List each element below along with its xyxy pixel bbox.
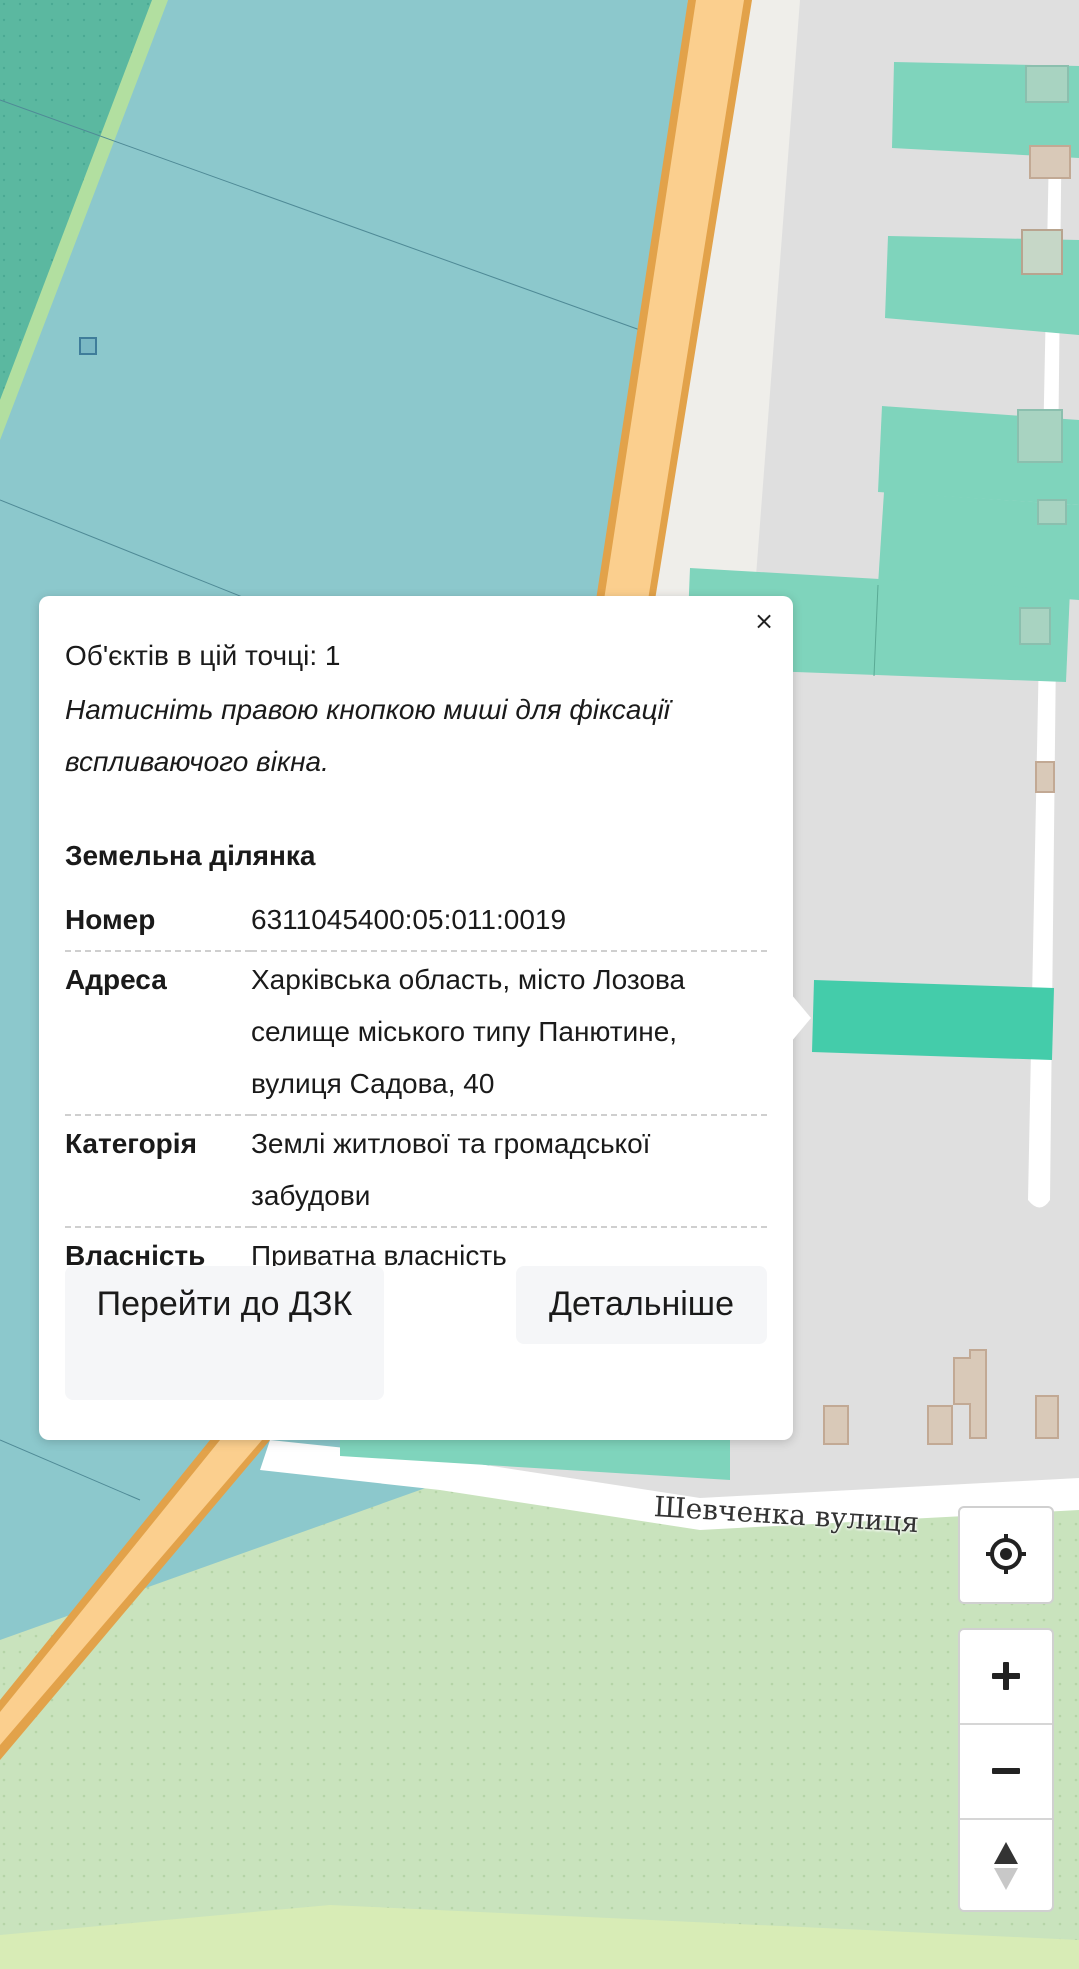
attribute-key: Номер <box>65 904 156 935</box>
attribute-value: Землі житлової та громадської забудови <box>251 1128 651 1211</box>
building <box>1017 409 1063 463</box>
attribute-key: Адреса <box>65 964 167 995</box>
minus-icon <box>992 1768 1020 1774</box>
pin-popup-hint: Натисніть правою кнопкою миші для фіксац… <box>65 694 670 777</box>
selected-parcel[interactable] <box>812 980 1054 1060</box>
goto-dzk-button[interactable]: Перейти до ДЗК <box>65 1266 384 1400</box>
zoom-in-button[interactable] <box>960 1630 1052 1722</box>
attributes-table: Номер 6311045400:05:011:0019 Адреса Харк… <box>65 892 767 1286</box>
locate-button[interactable] <box>960 1508 1052 1600</box>
zoom-control <box>958 1628 1054 1912</box>
building <box>823 1405 849 1445</box>
attribute-key: Категорія <box>65 1128 197 1159</box>
building <box>1025 65 1069 103</box>
building <box>1029 145 1071 179</box>
building <box>927 1405 953 1445</box>
details-button[interactable]: Детальніше <box>516 1266 767 1344</box>
compass-button[interactable] <box>960 1820 1052 1912</box>
plus-icon <box>992 1662 1020 1690</box>
locate-crosshair-icon <box>986 1534 1026 1574</box>
attribute-row: Адреса Харківська область, місто Лозова … <box>65 951 767 1115</box>
survey-marker <box>79 337 97 355</box>
section-title: Земельна ділянка <box>65 840 316 871</box>
feature-info-popup: × Об'єктів в цій точці: 1 Натисніть прав… <box>39 596 811 1440</box>
locate-control <box>958 1506 1054 1604</box>
building <box>1035 761 1055 793</box>
attribute-row: Категорія Землі житлової та громадської … <box>65 1115 767 1227</box>
attribute-value: 6311045400:05:011:0019 <box>251 904 567 935</box>
zoom-out-button[interactable] <box>960 1725 1052 1817</box>
compass-north-icon <box>994 1842 1018 1890</box>
objects-count: Об'єктів в цій точці: 1 <box>65 640 341 671</box>
building <box>1021 229 1063 275</box>
close-icon[interactable]: × <box>749 606 779 636</box>
building <box>1019 607 1051 645</box>
building <box>1037 499 1067 525</box>
attribute-row: Номер 6311045400:05:011:0019 <box>65 892 767 951</box>
popup-pointer <box>791 994 811 1042</box>
building <box>1035 1395 1059 1439</box>
attribute-value: Харківська область, місто Лозова селище … <box>251 964 686 1099</box>
popup-actions: Перейти до ДЗК Детальніше <box>65 1266 767 1406</box>
